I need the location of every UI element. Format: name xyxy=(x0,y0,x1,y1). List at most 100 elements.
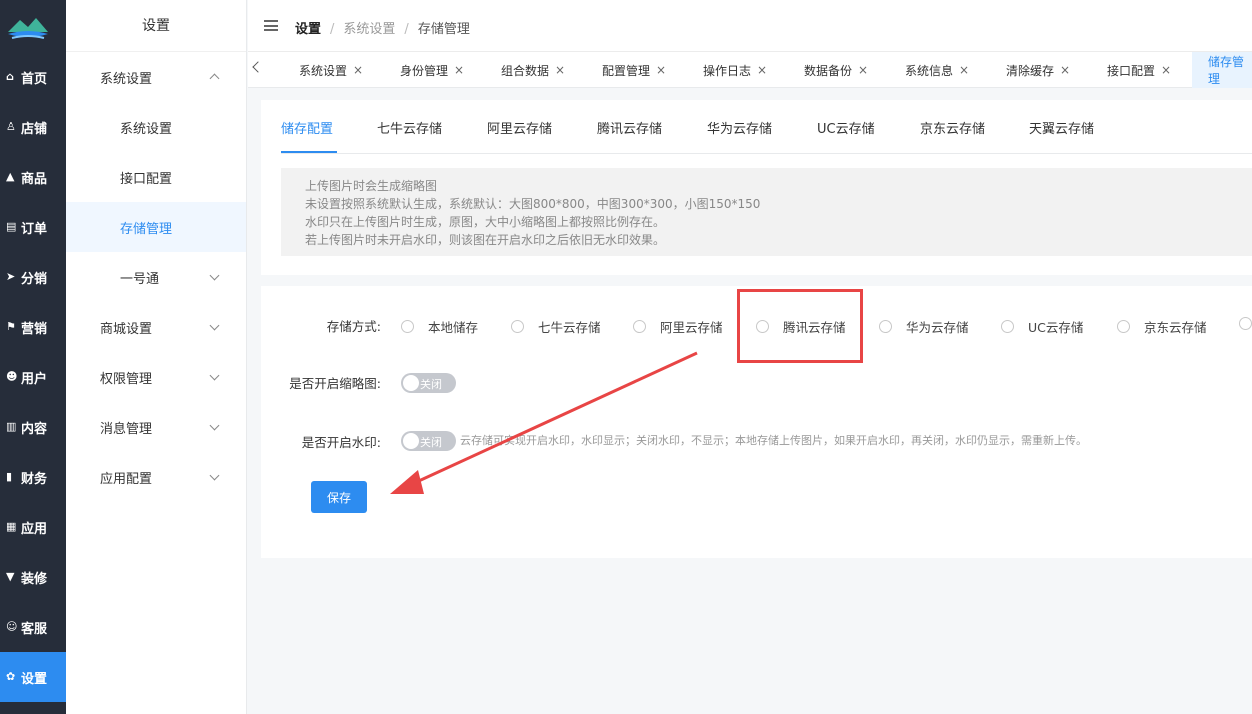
close-icon[interactable]: × xyxy=(858,63,868,77)
tab-label: 系统信息 xyxy=(905,63,954,78)
close-icon[interactable]: × xyxy=(353,63,363,77)
tab-clear-cache[interactable]: 清除缓存 × xyxy=(1006,52,1070,88)
radio-aliyun[interactable]: 阿里云存储 xyxy=(633,317,723,336)
subtab-jd[interactable]: 京东云存储 xyxy=(920,118,985,137)
nav-rail-item[interactable]: ▼ 装修 xyxy=(0,552,66,602)
nav-rail-item[interactable]: ▦ 应用 xyxy=(0,502,66,552)
notice-line: 未设置按照系统默认生成，系统默认：大图800*800，中图300*300，小图1… xyxy=(305,197,761,211)
radio-jd[interactable]: 京东云存储 xyxy=(1117,317,1207,336)
breadcrumb: 设置 / 系统设置 / 存储管理 xyxy=(295,18,470,37)
subtab-qiniu[interactable]: 七牛云存储 xyxy=(377,118,442,137)
chevron-down-icon xyxy=(209,370,220,381)
radio-circle[interactable] xyxy=(401,320,414,333)
nav-rail-label: 订单 xyxy=(21,221,48,237)
notice-line: 水印只在上传图片时生成，原图，大中小缩略图上都按照比例存在。 xyxy=(305,215,666,229)
radio-circle[interactable] xyxy=(511,320,524,333)
bag-icon: ▲ xyxy=(6,170,15,183)
nav-rail-label: 用户 xyxy=(21,371,48,387)
menu-toggle-icon[interactable] xyxy=(264,20,278,31)
close-icon[interactable]: × xyxy=(1161,63,1171,77)
nav-rail-item[interactable]: ☻ 用户 xyxy=(0,352,66,402)
nav-rail-item[interactable]: ⌂ 首页 xyxy=(0,52,66,102)
radio-huawei[interactable]: 华为云存储 xyxy=(879,317,969,336)
tab-label: 组合数据 xyxy=(501,63,550,78)
close-icon[interactable]: × xyxy=(959,63,969,77)
nav-rail-item[interactable]: ▮ 财务 xyxy=(0,452,66,502)
chevron-left-icon[interactable] xyxy=(252,61,264,73)
chevron-down-icon xyxy=(209,470,220,481)
nav-rail-item[interactable]: ☺ 客服 xyxy=(0,602,66,652)
radio-circle[interactable] xyxy=(1001,320,1014,333)
radio-circle[interactable] xyxy=(1117,320,1130,333)
nav-rail-label: 客服 xyxy=(21,621,48,637)
close-icon[interactable]: × xyxy=(454,63,464,77)
subtab-tianyi[interactable]: 天翼云存储 xyxy=(1029,118,1094,137)
save-button[interactable]: 保存 xyxy=(311,481,367,513)
watermark-label: 是否开启水印: xyxy=(301,435,381,450)
sidebar-item-label: 消息管理 xyxy=(100,421,153,437)
sidebar-subitem-system-settings[interactable]: 系统设置 xyxy=(66,102,246,152)
subtab-tencent[interactable]: 腾讯云存储 xyxy=(597,118,662,137)
radio-label: 七牛云存储 xyxy=(538,320,601,335)
tab-label: 储存管理 xyxy=(1208,55,1245,86)
thumbnail-switch[interactable]: 关闭 xyxy=(401,373,456,393)
subtab-storage-config[interactable]: 储存配置 xyxy=(281,118,333,137)
chevron-down-icon xyxy=(209,420,220,431)
tab-divider xyxy=(281,153,1252,154)
tab-system-settings[interactable]: 系统设置 × xyxy=(299,52,363,88)
close-icon[interactable]: × xyxy=(656,63,666,77)
tab-backup[interactable]: 数据备份 × xyxy=(804,52,868,88)
sidebar-item-messages[interactable]: 消息管理 xyxy=(66,402,246,452)
nav-rail-item[interactable]: ▥ 内容 xyxy=(0,402,66,452)
storage-method-label: 存储方式: xyxy=(326,319,381,334)
send-icon: ➤ xyxy=(6,270,16,283)
nav-rail-label: 分销 xyxy=(21,271,48,287)
watermark-switch[interactable]: 关闭 xyxy=(401,431,456,451)
sidebar-subitem-storage[interactable]: 存储管理 xyxy=(66,202,246,252)
nav-rail-item[interactable]: ▤ 订单 xyxy=(0,202,66,252)
breadcrumb-item: 设置 xyxy=(295,22,322,37)
home-icon: ⌂ xyxy=(6,70,14,83)
nav-rail-item[interactable]: ⚑ 营销 xyxy=(0,302,66,352)
close-icon[interactable]: × xyxy=(757,63,767,77)
gear-icon: ✿ xyxy=(6,670,16,683)
tab-storage[interactable]: 储存管理 xyxy=(1192,52,1252,88)
sidebar-item-label: 存储管理 xyxy=(120,221,173,237)
subtab-aliyun[interactable]: 阿里云存储 xyxy=(487,118,552,137)
sidebar-subitem-yihaotong[interactable]: 一号通 xyxy=(66,252,246,302)
tab-config[interactable]: 配置管理 × xyxy=(602,52,666,88)
nav-rail-item[interactable]: ✿ 设置 xyxy=(0,652,66,702)
radio-tianyi[interactable] xyxy=(1239,317,1252,330)
radio-circle[interactable] xyxy=(879,320,892,333)
logo-icon xyxy=(8,18,48,39)
nav-rail-item[interactable]: ♙ 店铺 xyxy=(0,102,66,152)
radio-local[interactable]: 本地储存 xyxy=(401,317,478,336)
tab-label: 数据备份 xyxy=(804,63,853,78)
radio-circle[interactable] xyxy=(633,320,646,333)
order-icon: ▤ xyxy=(6,220,17,233)
grid-icon: ▦ xyxy=(6,520,17,533)
breadcrumb-item[interactable]: 系统设置 xyxy=(343,22,395,37)
radio-qiniu[interactable]: 七牛云存储 xyxy=(511,317,601,336)
nav-rail-label: 内容 xyxy=(21,421,48,437)
close-icon[interactable]: × xyxy=(555,63,565,77)
tab-logs[interactable]: 操作日志 × xyxy=(703,52,767,88)
subtab-huawei[interactable]: 华为云存储 xyxy=(707,118,772,137)
sidebar-item-mall-settings[interactable]: 商城设置 xyxy=(66,302,246,352)
tab-combined-data[interactable]: 组合数据 × xyxy=(501,52,565,88)
tab-api-config[interactable]: 接口配置 × xyxy=(1107,52,1171,88)
radio-ucloud[interactable]: UC云存储 xyxy=(1001,317,1083,336)
sidebar-subitem-api-config[interactable]: 接口配置 xyxy=(66,152,246,202)
tab-label: 身份管理 xyxy=(400,63,449,78)
sidebar-item-app-config[interactable]: 应用配置 xyxy=(66,452,246,502)
sidebar-item-permissions[interactable]: 权限管理 xyxy=(66,352,246,402)
nav-rail-item[interactable]: ➤ 分销 xyxy=(0,252,66,302)
subtab-ucloud[interactable]: UC云存储 xyxy=(817,118,875,137)
sidebar-item-system-settings[interactable]: 系统设置 xyxy=(66,52,246,102)
sidebar-item-label: 接口配置 xyxy=(120,171,173,187)
tab-identity[interactable]: 身份管理 × xyxy=(400,52,464,88)
close-icon[interactable]: × xyxy=(1060,63,1070,77)
tab-system-info[interactable]: 系统信息 × xyxy=(905,52,969,88)
nav-rail-item[interactable]: ▲ 商品 xyxy=(0,152,66,202)
radio-circle[interactable] xyxy=(1239,317,1252,330)
